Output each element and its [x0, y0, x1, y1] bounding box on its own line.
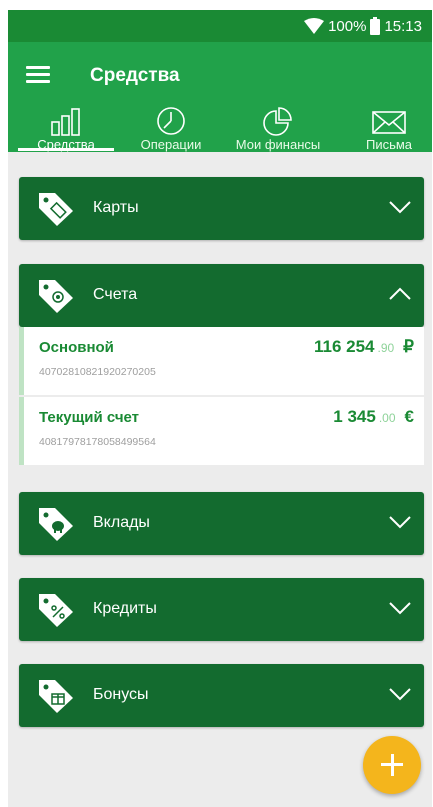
- tab-label: Операции: [140, 137, 202, 152]
- currency-symbol: ₽: [403, 337, 414, 356]
- section-label: Счета: [93, 286, 138, 303]
- tab-pisma[interactable]: Письма: [354, 106, 424, 152]
- section-label: Карты: [93, 199, 139, 216]
- chevron-down-icon: [389, 201, 411, 214]
- tab-label: Мои финансы: [235, 137, 321, 152]
- card-tag-icon: [39, 193, 73, 226]
- account-row[interactable]: Основной 40702810821920270205 116 254 .9…: [19, 327, 424, 395]
- section-label: Бонусы: [93, 686, 149, 703]
- page-title: Средства: [90, 65, 180, 86]
- tab-sredstva[interactable]: Средства: [18, 106, 114, 152]
- chevron-down-icon: [389, 516, 411, 529]
- clock-time: 15:13: [384, 17, 422, 35]
- plus-icon-vertical: [390, 754, 394, 776]
- status-bar: 100% 15:13: [8, 10, 432, 42]
- chevron-down-icon: [389, 688, 411, 701]
- percent-tag-icon: [39, 594, 73, 627]
- hamburger-menu-icon[interactable]: [26, 66, 50, 84]
- account-number: 40817978178058499564: [39, 436, 156, 448]
- currency-symbol: €: [404, 407, 414, 426]
- battery-percent: 100%: [328, 17, 367, 35]
- section-label: Кредиты: [93, 600, 157, 617]
- balance-decimal: .00: [378, 411, 396, 425]
- account-row[interactable]: Текущий счет 40817978178058499564 1 345 …: [19, 397, 424, 465]
- envelope-icon: [372, 111, 406, 134]
- section-vklady[interactable]: Вклады: [19, 492, 424, 555]
- active-tab-indicator: [18, 148, 114, 151]
- balance-integer: 1 345: [333, 407, 376, 426]
- gift-tag-icon: [39, 680, 73, 713]
- section-bonusy[interactable]: Бонусы: [19, 664, 424, 727]
- pie-chart-icon: [263, 107, 292, 136]
- section-kredity[interactable]: Кредиты: [19, 578, 424, 641]
- balance-integer: 116 254: [313, 337, 375, 356]
- account-name: Текущий счет: [39, 409, 140, 426]
- chevron-up-icon: [389, 287, 411, 300]
- tab-operacii[interactable]: Операции: [123, 106, 219, 152]
- battery-icon: [370, 17, 381, 35]
- account-balance: 116 254 .90 ₽: [314, 337, 414, 357]
- money-tag-icon: [39, 280, 73, 313]
- section-label: Вклады: [93, 514, 150, 531]
- balance-decimal: .90: [377, 341, 395, 355]
- tab-bar: Средства Операции Мои финансы Письма: [8, 106, 432, 152]
- section-scheta[interactable]: Счета: [19, 264, 424, 327]
- clock-icon: [157, 107, 185, 135]
- account-number: 40702810821920270205: [39, 366, 156, 378]
- account-name: Основной: [39, 339, 114, 356]
- content-area: Карты Счета Основной 4070281082192027020…: [8, 152, 432, 807]
- account-balance: 1 345 .00 €: [333, 407, 414, 427]
- app-screen: 100% 15:13 Средства Средства Операции Мо…: [8, 10, 432, 807]
- bar-chart-icon: [51, 108, 80, 136]
- wifi-icon: [304, 18, 325, 34]
- piggy-bank-tag-icon: [39, 508, 73, 541]
- tab-label: Письма: [365, 137, 413, 152]
- section-karty[interactable]: Карты: [19, 177, 424, 240]
- app-bar: Средства Средства Операции Мои финансы П…: [8, 42, 432, 152]
- chevron-down-icon: [389, 602, 411, 615]
- add-button[interactable]: [363, 736, 421, 794]
- tab-moi-finansy[interactable]: Мои финансы: [228, 106, 328, 152]
